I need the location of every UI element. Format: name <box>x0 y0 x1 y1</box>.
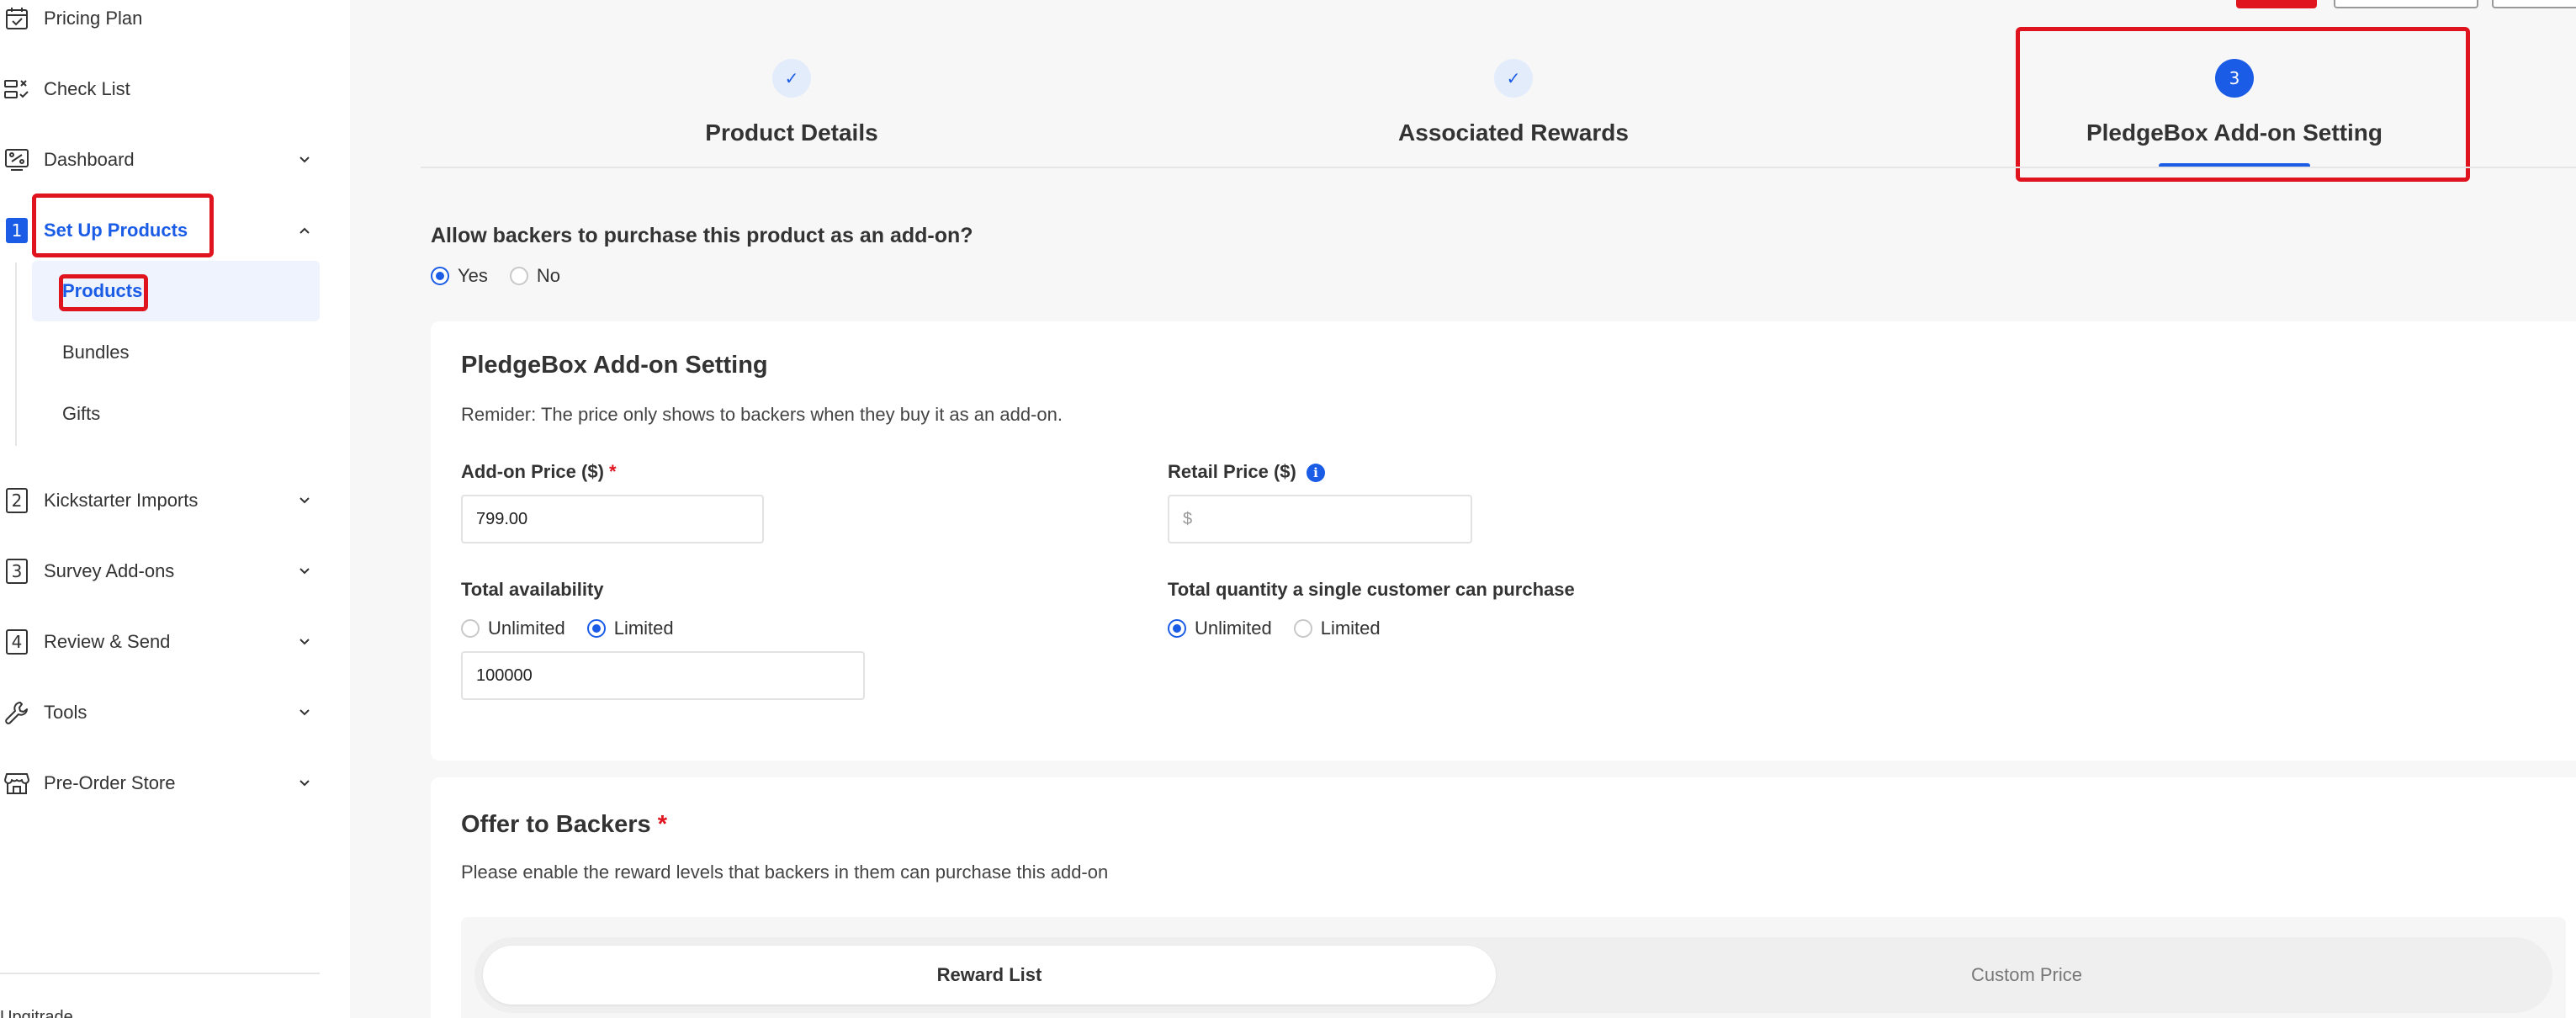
wrench-icon <box>3 699 30 726</box>
sidebar-item-kickstarter-imports[interactable]: 2 Kickstarter Imports <box>0 475 350 526</box>
step-number: 1 <box>6 218 28 243</box>
sidebar-item-label: Kickstarter Imports <box>44 490 199 511</box>
sidebar-subitem-label: Gifts <box>62 403 101 424</box>
card-title: Offer to Backers * <box>461 811 667 839</box>
step-label: PledgeBox Add-on Setting <box>2086 119 2383 146</box>
store-icon <box>3 770 30 797</box>
step-number: 2 <box>6 488 28 513</box>
sidebar-item-tools[interactable]: Tools <box>0 687 350 738</box>
calendar-check-icon <box>3 5 30 32</box>
required-marker: * <box>657 811 668 838</box>
sidebar-divider <box>0 973 320 974</box>
radio-label: Yes <box>458 265 488 286</box>
sidebar: Pricing Plan Check List Dashboard 1 Set … <box>0 0 350 1018</box>
sidebar-item-pre-order-store[interactable]: Pre-Order Store <box>0 758 350 809</box>
availability-radio-group: Unlimited Limited <box>461 618 696 639</box>
addon-price-input[interactable]: 799.00 <box>461 495 764 543</box>
sidebar-item-label: Dashboard <box>44 149 135 170</box>
addon-price-label: Add-on Price ($) * <box>461 461 617 483</box>
radio-limited[interactable] <box>1293 619 1312 638</box>
addon-setting-card: PledgeBox Add-on Setting Remider: The pr… <box>431 321 2576 761</box>
offer-tab-switch: Reward List Custom Price <box>474 937 2552 1013</box>
step-pledgebox-addon-setting[interactable]: 3 PledgeBox Add-on Setting <box>1982 0 2487 168</box>
chevron-down-icon <box>296 492 313 509</box>
step-number-badge: 3 <box>2215 59 2254 98</box>
availability-input[interactable]: 100000 <box>461 651 865 700</box>
step-associated-rewards[interactable]: ✓ Associated Rewards <box>1261 0 1766 168</box>
radio-no[interactable] <box>509 267 528 285</box>
stepper: ✓ Product Details ✓ Associated Rewards 3… <box>350 0 2576 168</box>
submenu-line <box>15 262 17 446</box>
sidebar-subitem-label: Bundles <box>62 342 130 363</box>
step-label: Associated Rewards <box>1398 119 1629 146</box>
required-marker: * <box>609 461 617 482</box>
sidebar-item-review-send[interactable]: 4 Review & Send <box>0 617 350 667</box>
chevron-down-icon <box>296 704 313 721</box>
step-number: 3 <box>6 559 28 584</box>
radio-yes[interactable] <box>431 267 449 285</box>
chevron-down-icon <box>296 634 313 650</box>
sidebar-item-label: Review & Send <box>44 631 171 652</box>
addon-radio-group: Yes No <box>431 265 582 287</box>
step-number-icon: 2 <box>3 487 30 514</box>
radio-unlimited[interactable] <box>1168 619 1186 638</box>
check-icon: ✓ <box>772 59 811 98</box>
dashboard-icon <box>3 146 30 173</box>
card-title-text: Offer to Backers <box>461 811 651 838</box>
field-label-text: Add-on Price ($) <box>461 461 604 482</box>
radio-label: Limited <box>613 618 674 639</box>
check-icon: ✓ <box>1494 59 1533 98</box>
tab-reward-list[interactable]: Reward List <box>483 946 1496 1005</box>
radio-label: Unlimited <box>488 618 565 639</box>
chevron-down-icon <box>296 151 313 168</box>
availability-label: Total availability <box>461 579 604 600</box>
radio-limited[interactable] <box>586 619 606 638</box>
checklist-icon <box>3 76 30 103</box>
chevron-down-icon <box>296 563 313 580</box>
sidebar-item-dashboard[interactable]: Dashboard <box>0 135 350 185</box>
sidebar-item-check-list[interactable]: Check List <box>0 64 350 114</box>
quantity-label: Total quantity a single customer can pur… <box>1168 579 1575 600</box>
radio-label: Limited <box>1320 618 1381 639</box>
stepper-divider <box>421 167 2576 168</box>
sidebar-item-label: Pricing Plan <box>44 8 143 29</box>
chevron-up-icon <box>296 222 313 239</box>
tab-custom-price[interactable]: Custom Price <box>1509 946 2544 1005</box>
quantity-radio-group: Unlimited Limited <box>1168 618 1402 639</box>
step-number-icon: 3 <box>3 558 30 585</box>
sidebar-bottom-text: Upgitrade... <box>0 1008 87 1018</box>
sidebar-item-label: Tools <box>44 702 87 723</box>
sidebar-item-label: Check List <box>44 78 130 99</box>
sidebar-item-label: Set Up Products <box>44 220 188 241</box>
card-subtitle: Please enable the reward levels that bac… <box>461 862 1109 883</box>
step-label: Product Details <box>705 119 878 146</box>
radio-label: Unlimited <box>1195 618 1272 639</box>
step-product-details[interactable]: ✓ Product Details <box>539 0 1044 168</box>
retail-price-input[interactable]: $ <box>1168 495 1472 543</box>
sidebar-item-label: Survey Add-ons <box>44 560 175 581</box>
radio-unlimited[interactable] <box>461 619 480 638</box>
sidebar-item-label: Pre-Order Store <box>44 772 176 793</box>
radio-label: No <box>536 265 561 286</box>
card-title: PledgeBox Add-on Setting <box>461 352 768 379</box>
chevron-down-icon <box>296 775 313 792</box>
field-label-text: Retail Price ($) <box>1168 461 1296 482</box>
retail-price-label: Retail Price ($) i <box>1168 461 1325 483</box>
sidebar-item-set-up-products[interactable]: 1 Set Up Products <box>0 205 350 256</box>
sidebar-subitem-products[interactable]: Products <box>32 261 320 321</box>
sidebar-item-pricing-plan[interactable]: Pricing Plan <box>0 0 350 44</box>
addon-question: Allow backers to purchase this product a… <box>431 224 973 247</box>
step-number-icon: 4 <box>3 628 30 655</box>
sidebar-subitem-gifts[interactable]: Gifts <box>32 384 320 444</box>
card-reminder: Remider: The price only shows to backers… <box>461 404 1063 425</box>
sidebar-item-survey-add-ons[interactable]: 3 Survey Add-ons <box>0 546 350 596</box>
sidebar-subitem-label: Products <box>62 280 143 301</box>
step-number-icon: 1 <box>3 217 30 244</box>
info-icon[interactable]: i <box>1306 464 1325 483</box>
step-number: 4 <box>6 629 28 655</box>
offer-to-backers-card: Offer to Backers * Please enable the rew… <box>431 777 2576 1018</box>
sidebar-subitem-bundles[interactable]: Bundles <box>32 322 320 383</box>
